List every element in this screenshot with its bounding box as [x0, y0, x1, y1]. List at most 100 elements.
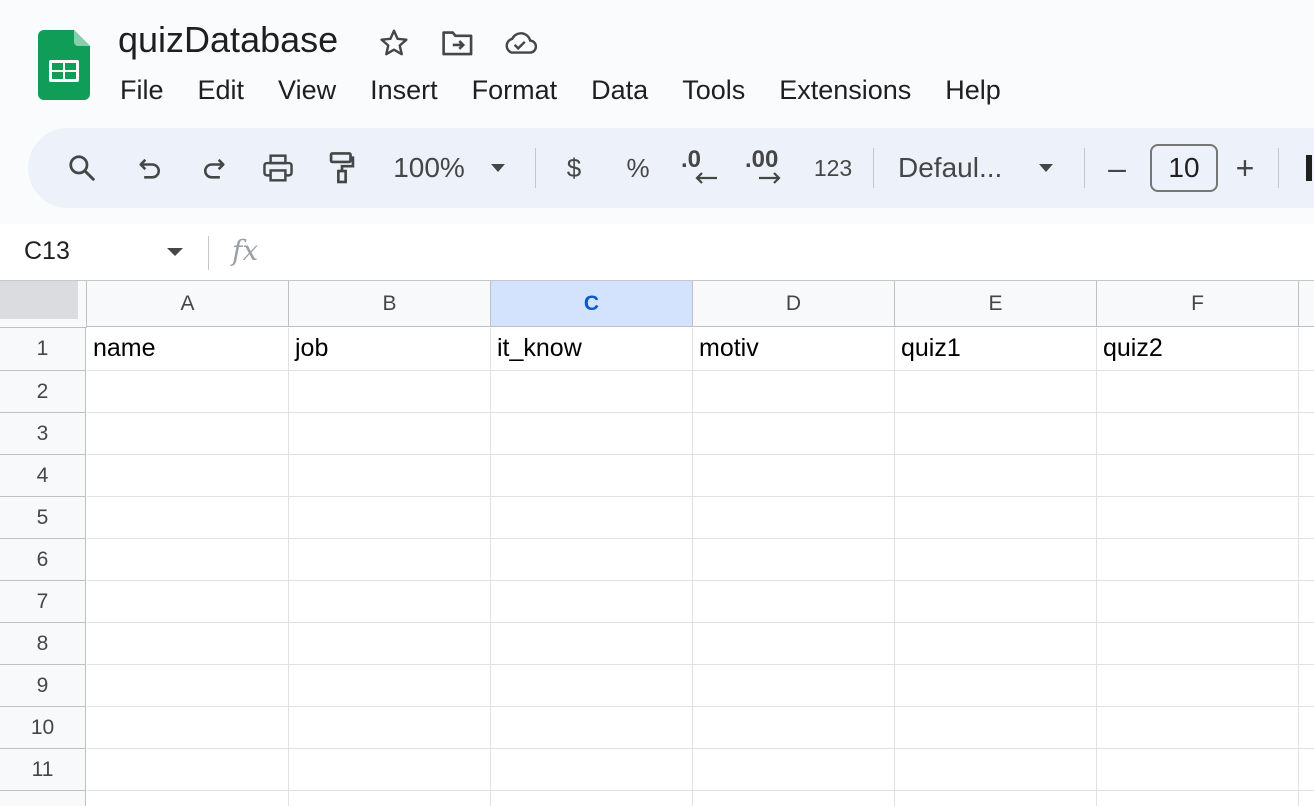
- cell[interactable]: [491, 707, 693, 749]
- paint-format-icon[interactable]: [322, 128, 362, 208]
- percent-format-button[interactable]: %: [618, 128, 658, 208]
- cell[interactable]: [693, 623, 895, 665]
- cell[interactable]: [1299, 371, 1314, 413]
- move-folder-icon[interactable]: [440, 26, 476, 60]
- cell[interactable]: [1299, 413, 1314, 455]
- redo-icon[interactable]: [194, 128, 234, 208]
- cell[interactable]: [895, 623, 1097, 665]
- cell[interactable]: [693, 371, 895, 413]
- cell[interactable]: [895, 413, 1097, 455]
- cell[interactable]: [491, 371, 693, 413]
- menu-extensions[interactable]: Extensions: [762, 70, 928, 110]
- cell[interactable]: [491, 791, 693, 806]
- cell[interactable]: [693, 707, 895, 749]
- cell[interactable]: [289, 623, 491, 665]
- cell[interactable]: [1097, 497, 1299, 539]
- menu-data[interactable]: Data: [574, 70, 665, 110]
- header-cell[interactable]: quiz1: [895, 328, 1097, 371]
- cell[interactable]: [491, 497, 693, 539]
- cell[interactable]: [895, 749, 1097, 791]
- zoom-dropdown-icon[interactable]: [486, 128, 510, 208]
- cell[interactable]: [289, 497, 491, 539]
- cell[interactable]: [289, 581, 491, 623]
- header-cell[interactable]: job: [289, 328, 491, 371]
- row-header[interactable]: 5: [0, 497, 86, 539]
- row-header[interactable]: 11: [0, 749, 86, 791]
- cell[interactable]: [491, 455, 693, 497]
- star-icon[interactable]: [376, 26, 412, 60]
- cell[interactable]: [693, 413, 895, 455]
- row-header[interactable]: 10: [0, 707, 86, 749]
- cell[interactable]: [895, 581, 1097, 623]
- cell[interactable]: [1299, 791, 1314, 806]
- cell[interactable]: [289, 791, 491, 806]
- cell[interactable]: [1097, 707, 1299, 749]
- cell[interactable]: [1299, 455, 1314, 497]
- undo-icon[interactable]: [130, 128, 170, 208]
- more-formats-button[interactable]: 123: [808, 128, 858, 208]
- column-header-g[interactable]: [1299, 281, 1314, 327]
- cell[interactable]: [895, 707, 1097, 749]
- row-header[interactable]: 2: [0, 371, 86, 413]
- cell[interactable]: [289, 455, 491, 497]
- cell[interactable]: [491, 539, 693, 581]
- cell[interactable]: [1097, 413, 1299, 455]
- cell[interactable]: [1097, 791, 1299, 806]
- cell[interactable]: [87, 455, 289, 497]
- row-header[interactable]: 8: [0, 623, 86, 665]
- cell[interactable]: [87, 749, 289, 791]
- cell[interactable]: [693, 455, 895, 497]
- cell[interactable]: [289, 707, 491, 749]
- menu-view[interactable]: View: [261, 70, 353, 110]
- cell[interactable]: [895, 791, 1097, 806]
- select-all-corner[interactable]: [0, 281, 87, 328]
- menu-help[interactable]: Help: [928, 70, 1018, 110]
- cell[interactable]: [87, 581, 289, 623]
- cell[interactable]: [1299, 749, 1314, 791]
- sheets-logo-icon[interactable]: [38, 30, 90, 100]
- column-header-e[interactable]: E: [895, 281, 1097, 327]
- cell[interactable]: [87, 791, 289, 806]
- cell[interactable]: [491, 665, 693, 707]
- cell[interactable]: [895, 455, 1097, 497]
- cell[interactable]: [87, 539, 289, 581]
- cell[interactable]: [1299, 539, 1314, 581]
- cell[interactable]: [87, 413, 289, 455]
- row-header[interactable]: 9: [0, 665, 86, 707]
- cell[interactable]: [1299, 665, 1314, 707]
- cell[interactable]: [895, 497, 1097, 539]
- cell[interactable]: [87, 497, 289, 539]
- zoom-select[interactable]: 100%: [384, 128, 474, 208]
- cell[interactable]: [693, 539, 895, 581]
- cell[interactable]: [1299, 623, 1314, 665]
- cell[interactable]: [1097, 539, 1299, 581]
- cell[interactable]: [1299, 581, 1314, 623]
- bold-button[interactable]: [1304, 128, 1314, 208]
- cell[interactable]: [895, 539, 1097, 581]
- cell[interactable]: [289, 749, 491, 791]
- cell[interactable]: [1097, 581, 1299, 623]
- decrease-decimal-button[interactable]: .0: [680, 128, 726, 208]
- increase-decimal-button[interactable]: .00: [744, 128, 790, 208]
- cell[interactable]: [693, 749, 895, 791]
- cell[interactable]: [1097, 371, 1299, 413]
- row-header[interactable]: 3: [0, 413, 86, 455]
- cloud-saved-icon[interactable]: [502, 26, 538, 60]
- cell[interactable]: [693, 581, 895, 623]
- cell[interactable]: [693, 791, 895, 806]
- currency-format-button[interactable]: $: [554, 128, 594, 208]
- column-header-f[interactable]: F: [1097, 281, 1299, 327]
- header-cell[interactable]: it_know: [491, 328, 693, 371]
- cell[interactable]: [1097, 665, 1299, 707]
- cell[interactable]: [1097, 749, 1299, 791]
- row-header[interactable]: 1: [0, 328, 86, 371]
- document-title[interactable]: quizDatabase: [118, 20, 338, 60]
- cell[interactable]: [289, 665, 491, 707]
- column-header-c[interactable]: C: [491, 281, 693, 327]
- decrease-font-size-button[interactable]: –: [1100, 128, 1134, 208]
- cell[interactable]: [87, 665, 289, 707]
- increase-font-size-button[interactable]: +: [1228, 128, 1262, 208]
- cell[interactable]: [895, 371, 1097, 413]
- cell[interactable]: [693, 665, 895, 707]
- cell[interactable]: [289, 539, 491, 581]
